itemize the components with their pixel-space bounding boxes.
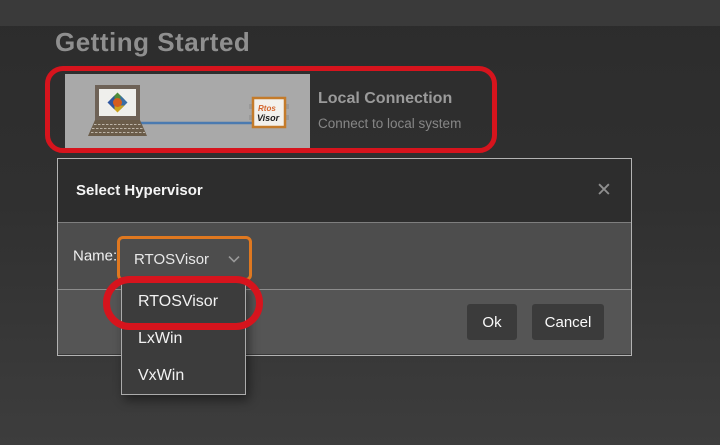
page-title: Getting Started (55, 27, 251, 57)
cancel-button[interactable]: Cancel (532, 304, 604, 340)
close-icon[interactable]: ✕ (591, 178, 617, 204)
name-label: Name: (73, 247, 118, 265)
svg-text:Visor: Visor (257, 113, 280, 123)
svg-text:Rtos: Rtos (258, 104, 276, 113)
rtosvisor-chip-icon: Rtos Visor (249, 96, 289, 129)
laptop-icon (88, 85, 147, 136)
hypervisor-select[interactable]: RTOSVisor (121, 241, 249, 278)
local-connection-card[interactable]: Rtos Visor (65, 74, 310, 150)
local-connection-title: Local Connection (318, 90, 453, 107)
dropdown-option-lxwin[interactable]: LxWin (122, 320, 245, 357)
dropdown-option-rtosvisor[interactable]: RTOSVisor (122, 283, 245, 320)
local-connection-subtitle: Connect to local system (318, 116, 462, 131)
dialog-body: Name: RTOSVisor (58, 223, 631, 290)
dropdown-option-vxwin[interactable]: VxWin (122, 357, 245, 394)
title-bar (0, 0, 720, 26)
hypervisor-dropdown-popup: RTOSVisor LxWin VxWin (121, 282, 246, 395)
ok-button[interactable]: Ok (467, 304, 517, 340)
local-connection-illustration: Rtos Visor (88, 85, 289, 136)
chevron-down-icon (228, 253, 240, 265)
dialog-header: Select Hypervisor ✕ (58, 159, 631, 223)
dialog-title: Select Hypervisor (76, 182, 203, 199)
hypervisor-select-value: RTOSVisor (134, 251, 210, 268)
